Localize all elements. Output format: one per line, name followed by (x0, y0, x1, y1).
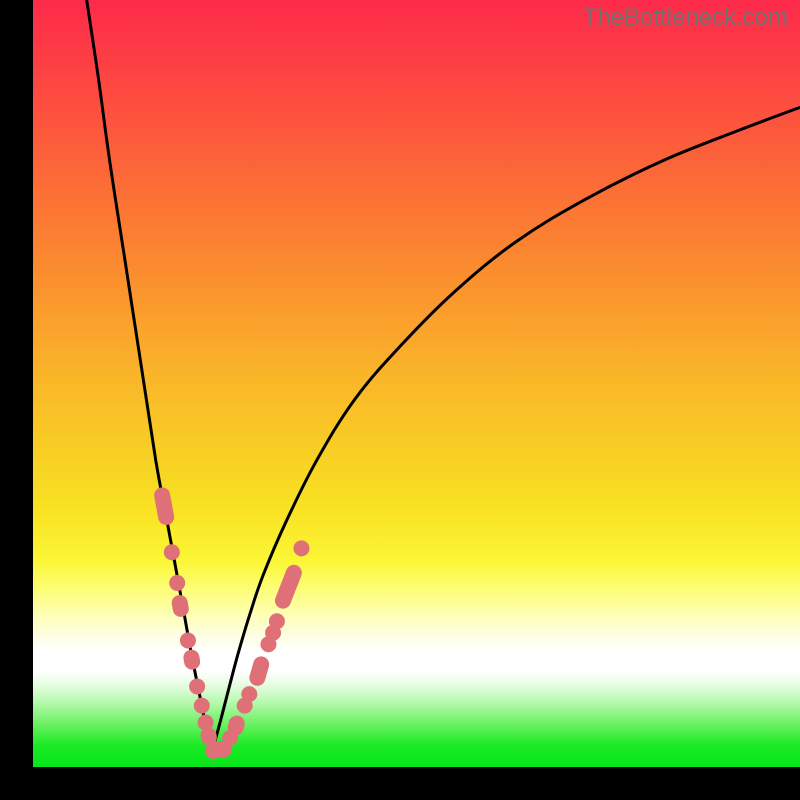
marker-dot (180, 632, 196, 648)
watermark-text: TheBottleneck.com (583, 4, 788, 32)
marker-dot (269, 613, 285, 629)
chart-frame: TheBottleneck.com (0, 0, 800, 800)
plot-area (33, 0, 800, 767)
marker-group (153, 486, 310, 759)
chart-svg (33, 0, 800, 767)
marker-lozenge (273, 562, 305, 611)
marker-lozenge (153, 486, 176, 526)
marker-dot (169, 575, 185, 591)
marker-dot (164, 544, 180, 560)
marker-lozenge (247, 655, 271, 688)
marker-dot (293, 540, 309, 556)
marker-lozenge (170, 594, 190, 619)
marker-dot (241, 686, 257, 702)
marker-dot (189, 678, 205, 694)
marker-lozenge (182, 648, 201, 671)
marker-dot (194, 698, 210, 714)
